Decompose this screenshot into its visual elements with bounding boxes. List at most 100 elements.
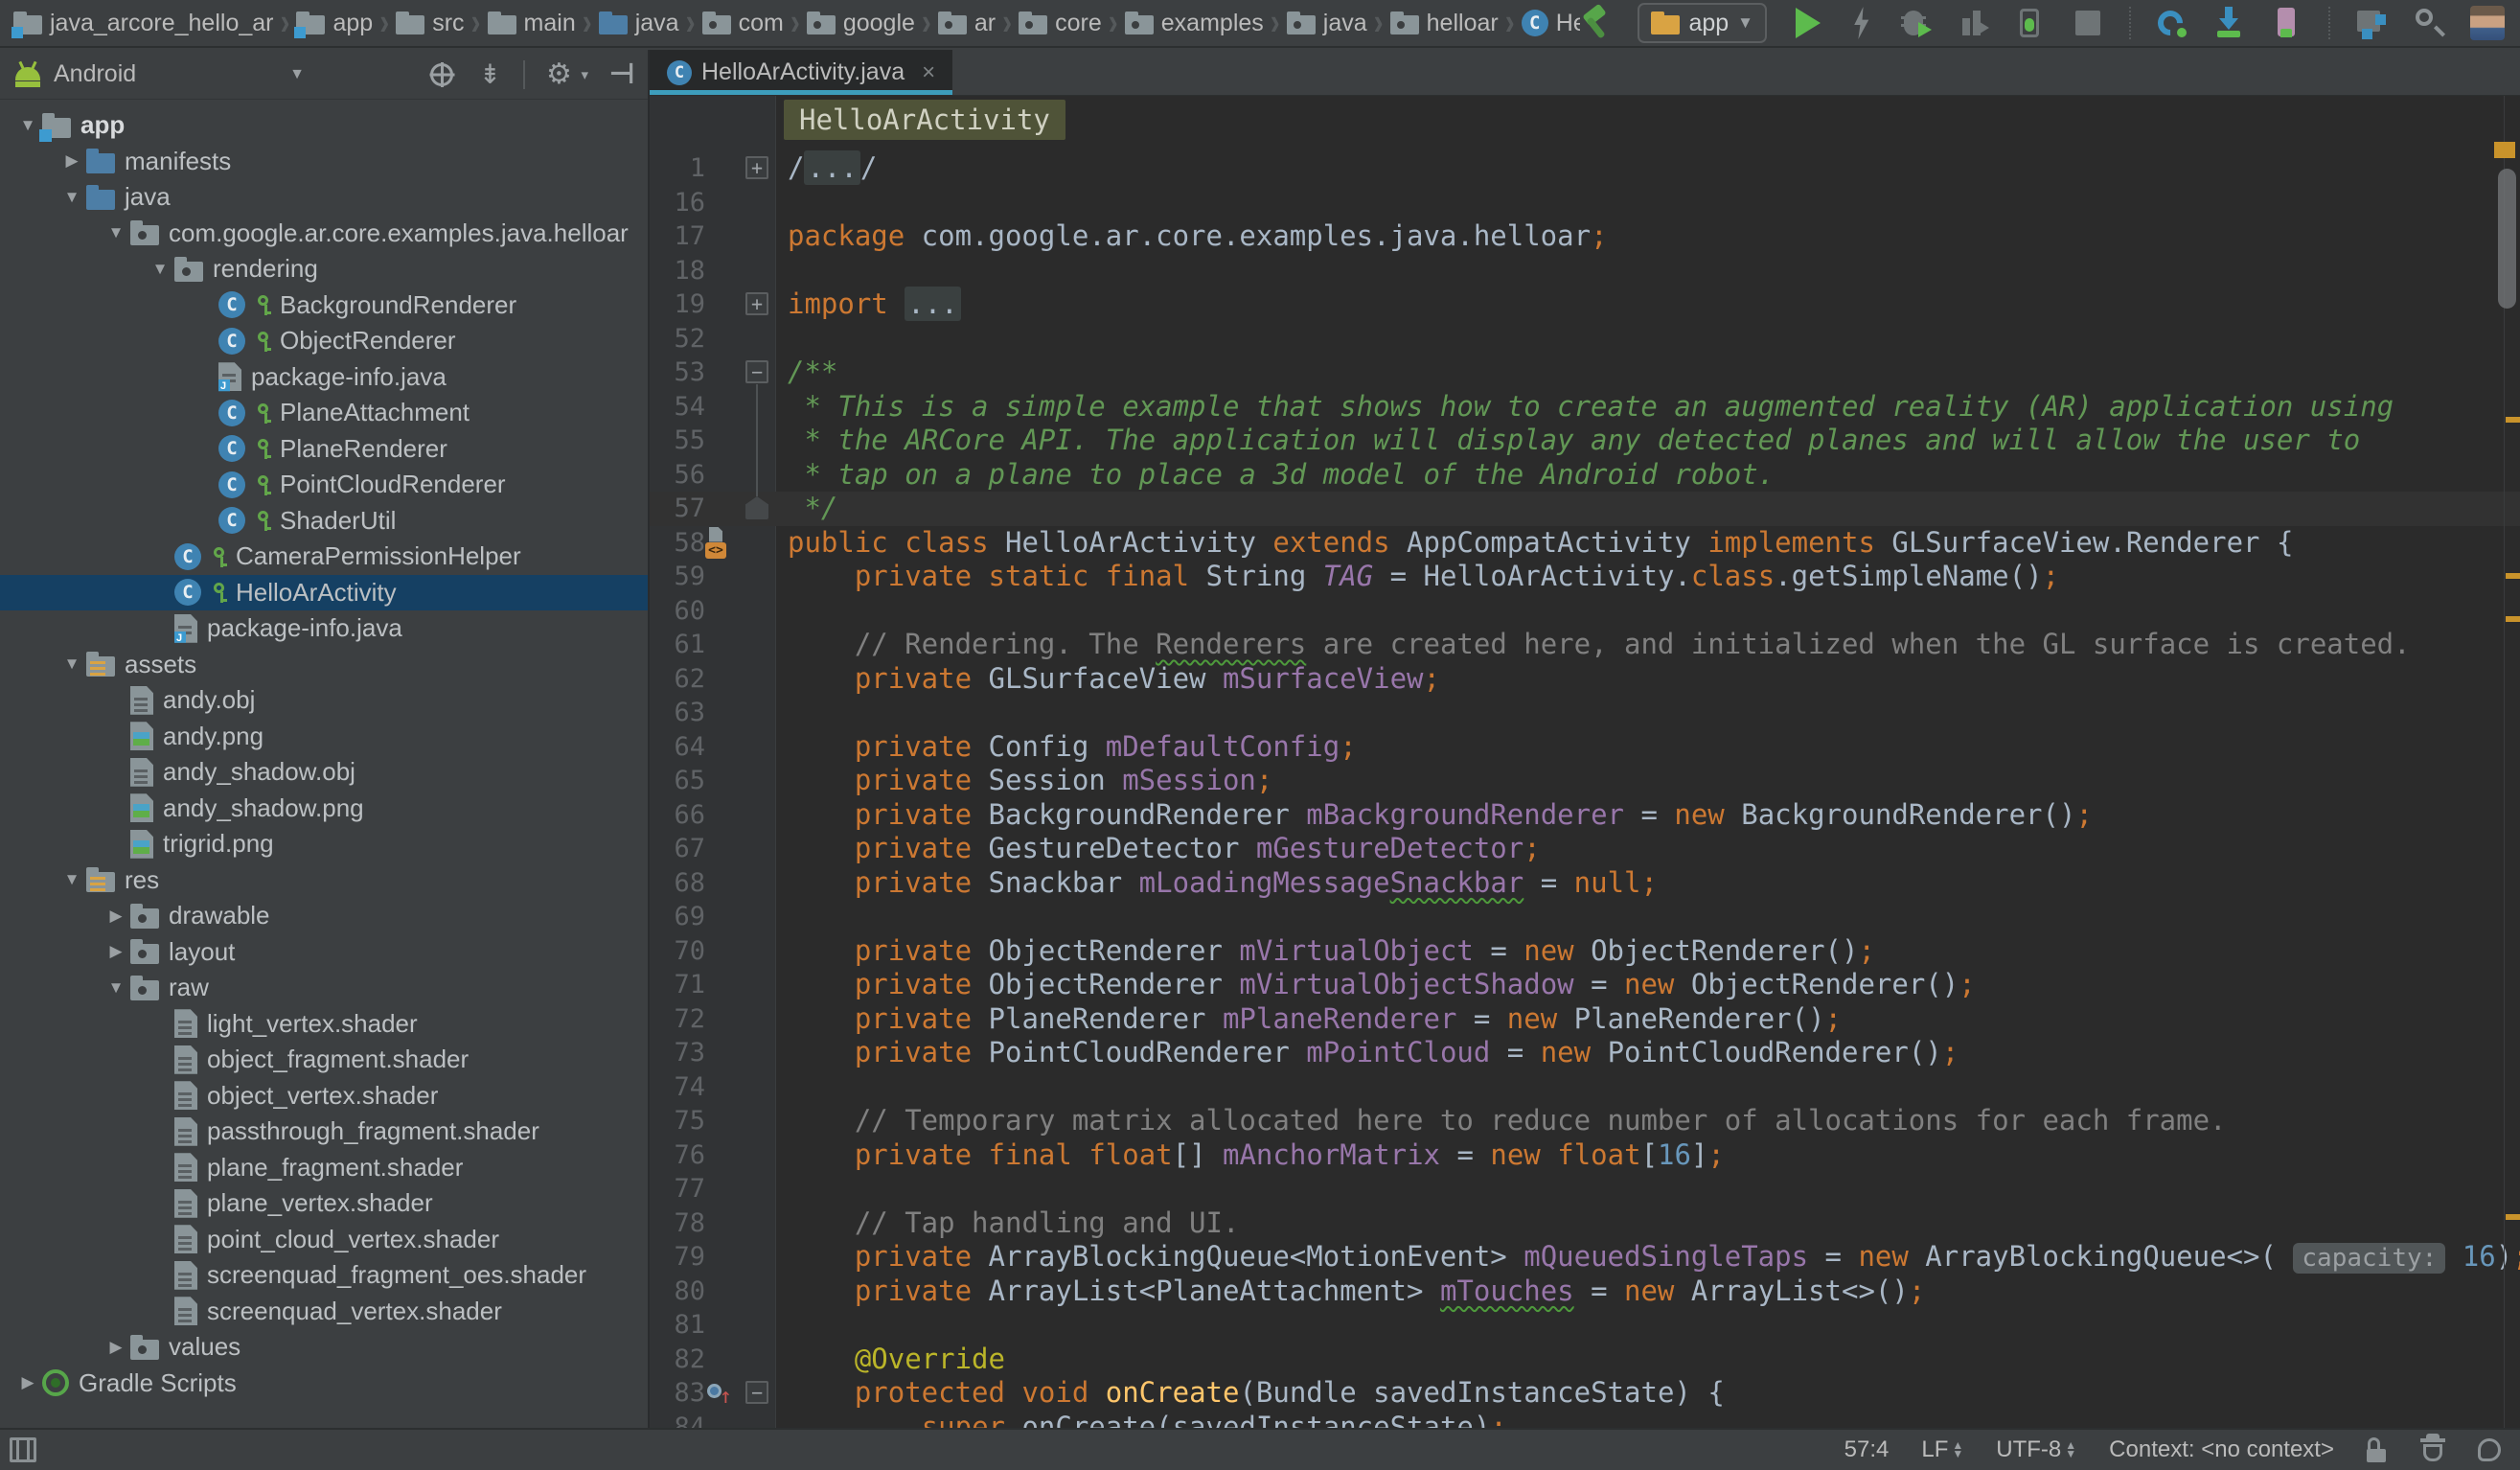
code-line-68[interactable]: 68 private Snackbar mLoadingMessageSnack… (650, 866, 2520, 901)
scrollbar-thumb[interactable] (2498, 169, 2516, 309)
code-line-1[interactable]: 1+/.../ (650, 151, 2520, 186)
breadcrumb-com[interactable]: com (702, 10, 784, 37)
tree-item-light_vertex.shader[interactable]: light_vertex.shader (0, 1006, 648, 1043)
tree-item-screenquad_fragment_oes.shader[interactable]: screenquad_fragment_oes.shader (0, 1257, 648, 1294)
tree-item-package-info.java[interactable]: Jpackage-info.java (0, 610, 648, 647)
debug-button[interactable] (1899, 7, 1932, 39)
tree-item-andy_shadow.obj[interactable]: andy_shadow.obj (0, 754, 648, 791)
line-number[interactable]: 73 (650, 1036, 705, 1070)
breadcrumb-java[interactable]: java (1287, 10, 1367, 37)
line-number[interactable]: 72 (650, 1002, 705, 1037)
code-line-16[interactable]: 16 (650, 186, 2520, 220)
line-number[interactable]: 19 (650, 287, 705, 322)
breadcrumb-ar[interactable]: ar (938, 10, 996, 37)
attach-debugger-icon[interactable] (2014, 7, 2047, 39)
fold-toggle-icon[interactable]: − (745, 360, 768, 383)
tree-item-BackgroundRenderer[interactable]: CBackgroundRenderer (0, 287, 648, 324)
code-line-64[interactable]: 64 private Config mDefaultConfig; (650, 730, 2520, 765)
line-number[interactable]: 62 (650, 662, 705, 697)
line-number[interactable]: 16 (650, 186, 705, 220)
expand-open-icon[interactable]: ▼ (57, 188, 86, 207)
line-number[interactable]: 74 (650, 1070, 705, 1105)
hide-panel-icon[interactable] (607, 60, 636, 89)
warning-tick[interactable] (2506, 573, 2520, 579)
code-marker-icon[interactable]: <> (705, 542, 726, 559)
collapse-all-icon[interactable] (475, 60, 504, 89)
line-number[interactable]: 84 (650, 1411, 705, 1429)
close-icon[interactable]: × (922, 59, 935, 86)
line-number[interactable]: 70 (650, 934, 705, 969)
toolwindow-toggle-icon[interactable] (10, 1437, 36, 1462)
tree-item-values[interactable]: ▶values (0, 1329, 648, 1366)
tree-item-layout[interactable]: ▶layout (0, 934, 648, 971)
code-line-56[interactable]: 56 * tap on a plane to place a 3d model … (650, 458, 2520, 493)
line-number[interactable]: 79 (650, 1240, 705, 1275)
breadcrumb-main[interactable]: main (488, 10, 576, 37)
code-line-75[interactable]: 75 // Temporary matrix allocated here to… (650, 1104, 2520, 1138)
code-line-61[interactable]: 61 // Rendering. The Renderers are creat… (650, 628, 2520, 662)
line-number[interactable]: 82 (650, 1343, 705, 1377)
run-button[interactable] (1792, 7, 1824, 39)
code-line-79[interactable]: 79 private ArrayBlockingQueue<MotionEven… (650, 1240, 2520, 1275)
tree-item-screenquad_vertex.shader[interactable]: screenquad_vertex.shader (0, 1294, 648, 1330)
line-number[interactable]: 58 (650, 526, 705, 561)
code-line-67[interactable]: 67 private GestureDetector mGestureDetec… (650, 832, 2520, 866)
code-line-78[interactable]: 78 // Tap handling and UI. (650, 1206, 2520, 1241)
tree-item-res[interactable]: ▼res (0, 862, 648, 899)
line-number[interactable]: 17 (650, 219, 705, 254)
related-file-icon[interactable] (709, 527, 722, 542)
line-number[interactable]: 55 (650, 424, 705, 458)
code-line-17[interactable]: 17package com.google.ar.core.examples.ja… (650, 219, 2520, 254)
expand-open-icon[interactable]: ▼ (13, 116, 42, 135)
breadcrumb-google[interactable]: google (807, 10, 915, 37)
fold-end-icon[interactable] (745, 496, 768, 519)
tree-item-andy.obj[interactable]: andy.obj (0, 682, 648, 719)
chevron-down-icon[interactable]: ▼ (289, 66, 305, 83)
breadcrumb-app[interactable]: app (296, 10, 373, 37)
expand-open-icon[interactable]: ▼ (102, 978, 130, 998)
line-number[interactable]: 65 (650, 764, 705, 798)
breadcrumb-src[interactable]: src (396, 10, 464, 37)
tree-item-PlaneRenderer[interactable]: CPlaneRenderer (0, 431, 648, 468)
locate-file-icon[interactable] (427, 60, 456, 89)
tree-item-package-info.java[interactable]: Jpackage-info.java (0, 359, 648, 396)
expand-closed-icon[interactable]: ▶ (102, 942, 130, 961)
code-line-52[interactable]: 52 (650, 322, 2520, 356)
code-line-77[interactable]: 77 (650, 1172, 2520, 1206)
line-number[interactable]: 59 (650, 560, 705, 594)
line-number[interactable]: 71 (650, 968, 705, 1002)
sdk-manager-icon[interactable] (2213, 7, 2246, 39)
line-number[interactable]: 54 (650, 390, 705, 425)
expand-open-icon[interactable]: ▼ (57, 870, 86, 889)
expand-closed-icon[interactable]: ▶ (102, 1338, 130, 1357)
line-number[interactable]: 61 (650, 628, 705, 662)
caret-position[interactable]: 57:4 (1844, 1436, 1890, 1463)
tree-item-andy_shadow.png[interactable]: andy_shadow.png (0, 791, 648, 827)
code-line-65[interactable]: 65 private Session mSession; (650, 764, 2520, 798)
tree-item-PlaneAttachment[interactable]: CPlaneAttachment (0, 395, 648, 431)
breadcrumb-java[interactable]: java (599, 10, 679, 37)
encoding-selector[interactable]: UTF-8▲▼ (1996, 1436, 2076, 1463)
tree-item-assets[interactable]: ▼assets (0, 647, 648, 683)
inspection-status-square[interactable] (2494, 142, 2515, 158)
line-number[interactable]: 1 (650, 151, 705, 186)
breadcrumb-examples[interactable]: examples (1125, 10, 1264, 37)
tree-item-com.google.ar.core.examples.java.helloar[interactable]: ▼com.google.ar.core.examples.java.helloa… (0, 216, 648, 252)
line-number[interactable]: 80 (650, 1275, 705, 1309)
code-line-55[interactable]: 55 * the ARCore API. The application wil… (650, 424, 2520, 458)
breadcrumb-java_arcore_hello_ar[interactable]: java_arcore_hello_ar (13, 10, 273, 37)
code-line-74[interactable]: 74 (650, 1070, 2520, 1105)
fold-toggle-icon[interactable]: − (745, 1381, 768, 1404)
breadcrumb-helloar[interactable]: helloar (1390, 10, 1499, 37)
line-number[interactable]: 75 (650, 1104, 705, 1138)
inspection-profile-icon[interactable] (2420, 1436, 2445, 1463)
tree-item-andy.png[interactable]: andy.png (0, 719, 648, 755)
expand-closed-icon[interactable]: ▶ (102, 907, 130, 926)
expand-open-icon[interactable]: ▼ (146, 260, 174, 279)
fold-toggle-icon[interactable]: + (745, 156, 768, 179)
code-line-83[interactable]: 83↑− protected void onCreate(Bundle save… (650, 1376, 2520, 1411)
tree-item-object_vertex.shader[interactable]: object_vertex.shader (0, 1078, 648, 1114)
apply-changes-icon[interactable] (1849, 7, 1874, 39)
code-line-54[interactable]: 54 * This is a simple example that shows… (650, 390, 2520, 425)
line-number[interactable]: 53 (650, 356, 705, 390)
